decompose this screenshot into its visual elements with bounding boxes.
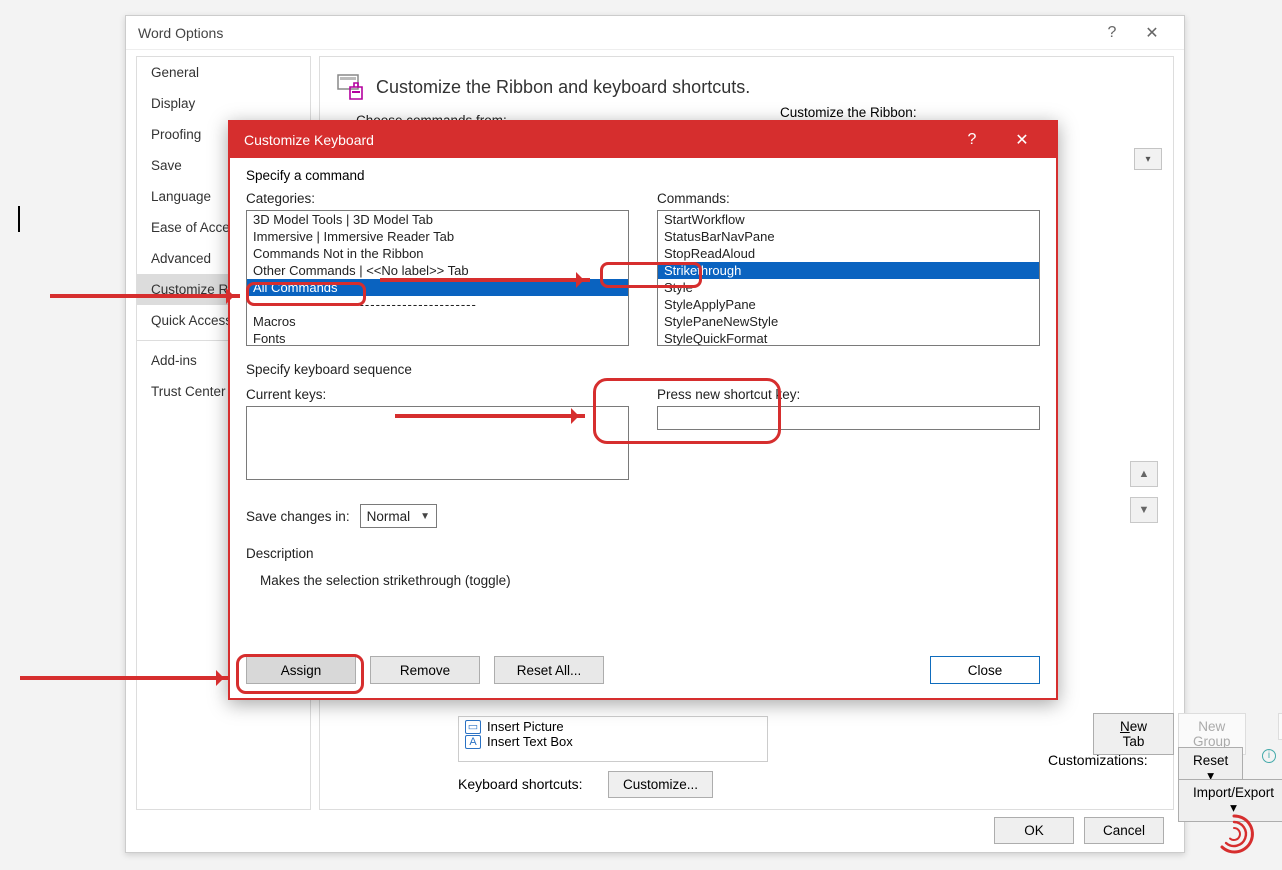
assign-button[interactable]: Assign [246, 656, 356, 684]
specify-command-label: Specify a command [246, 168, 1040, 183]
chevron-down-icon: ▼ [420, 511, 430, 522]
customizations-label: Customizations: [1048, 752, 1148, 768]
annotation-arrow-4 [20, 676, 230, 680]
command-option[interactable]: StopReadAloud [658, 245, 1039, 262]
category-option[interactable]: Other Commands | <<No label>> Tab [247, 262, 628, 279]
category-option[interactable]: Immersive | Immersive Reader Tab [247, 228, 628, 245]
close-icon[interactable]: ✕ [1132, 23, 1172, 43]
category-option[interactable]: Commands Not in the Ribbon [247, 245, 628, 262]
close-icon[interactable]: ✕ [1002, 130, 1042, 150]
annotation-arrow-2 [380, 278, 590, 282]
rename-button[interactable]: Rename... [1278, 713, 1282, 740]
brand-logo [1212, 812, 1256, 856]
categories-label: Categories: [246, 191, 629, 206]
commands-list-snippet[interactable]: ▭ Insert Picture A Insert Text Box [458, 716, 768, 762]
current-keys-label: Current keys: [246, 387, 629, 402]
customize-ribbon-label: Customize the Ribbon: [780, 105, 917, 120]
word-options-titlebar: Word Options ? ✕ [126, 16, 1184, 50]
save-changes-in-value: Normal [367, 509, 411, 524]
new-tab-button[interactable]: New Tab [1093, 713, 1174, 755]
ribbon-icon [336, 73, 366, 101]
commands-label: Commands: [657, 191, 1040, 206]
press-new-shortcut-label: Press new shortcut key: [657, 387, 1040, 402]
new-shortcut-input[interactable] [657, 406, 1040, 430]
category-option[interactable]: 3D Model Tools | 3D Model Tab [247, 211, 628, 228]
cancel-button[interactable]: Cancel [1084, 817, 1164, 844]
options-heading: Customize the Ribbon and keyboard shortc… [376, 77, 750, 98]
command-option-selected[interactable]: Strikethrough [658, 262, 1039, 279]
nav-display[interactable]: Display [137, 88, 310, 119]
specify-sequence-label: Specify keyboard sequence [246, 362, 1040, 377]
command-option[interactable]: StartWorkflow [658, 211, 1039, 228]
command-option[interactable]: StatusBarNavPane [658, 228, 1039, 245]
textbox-icon: A [465, 735, 481, 749]
description-text: Makes the selection strikethrough (toggl… [246, 567, 1040, 588]
category-option: ----------------------------------------… [247, 296, 628, 313]
move-down-button[interactable]: ▼ [1130, 497, 1158, 523]
ck-titlebar: Customize Keyboard ? ✕ [230, 122, 1056, 158]
save-changes-in-combo[interactable]: Normal ▼ [360, 504, 437, 528]
category-option[interactable]: Fonts [247, 330, 628, 346]
customize-keyboard-dialog: Customize Keyboard ? ✕ Specify a command… [228, 120, 1058, 700]
reset-all-button[interactable]: Reset All... [494, 656, 604, 684]
list-item: Insert Text Box [487, 734, 573, 749]
list-item: Insert Picture [487, 719, 564, 734]
annotation-arrow-1 [50, 294, 240, 298]
close-button[interactable]: Close [930, 656, 1040, 684]
command-option[interactable]: Style [658, 279, 1039, 296]
move-up-button[interactable]: ▲ [1130, 461, 1158, 487]
category-option[interactable]: Macros [247, 313, 628, 330]
annotation-arrow-3 [395, 414, 585, 418]
commands-listbox[interactable]: StartWorkflow StatusBarNavPane StopReadA… [657, 210, 1040, 346]
ok-button[interactable]: OK [994, 817, 1074, 844]
ck-title-text: Customize Keyboard [244, 132, 374, 148]
command-option[interactable]: StyleApplyPane [658, 296, 1039, 313]
picture-icon: ▭ [465, 720, 481, 734]
customize-shortcuts-button[interactable]: Customize... [608, 771, 713, 798]
word-options-title: Word Options [138, 25, 223, 41]
command-option[interactable]: StyleQuickFormat [658, 330, 1039, 346]
ribbon-dropdown-chevron[interactable]: ▾ [1134, 148, 1162, 170]
text-cursor [18, 206, 20, 232]
command-option[interactable]: StylePaneNewStyle [658, 313, 1039, 330]
keyboard-shortcuts-label: Keyboard shortcuts: [458, 776, 583, 792]
remove-button[interactable]: Remove [370, 656, 480, 684]
save-changes-in-label: Save changes in: [246, 509, 350, 524]
nav-general[interactable]: General [137, 57, 310, 88]
info-icon[interactable]: i [1262, 749, 1276, 763]
help-icon[interactable]: ? [952, 131, 992, 149]
help-icon[interactable]: ? [1092, 24, 1132, 42]
description-label: Description [246, 546, 1040, 561]
